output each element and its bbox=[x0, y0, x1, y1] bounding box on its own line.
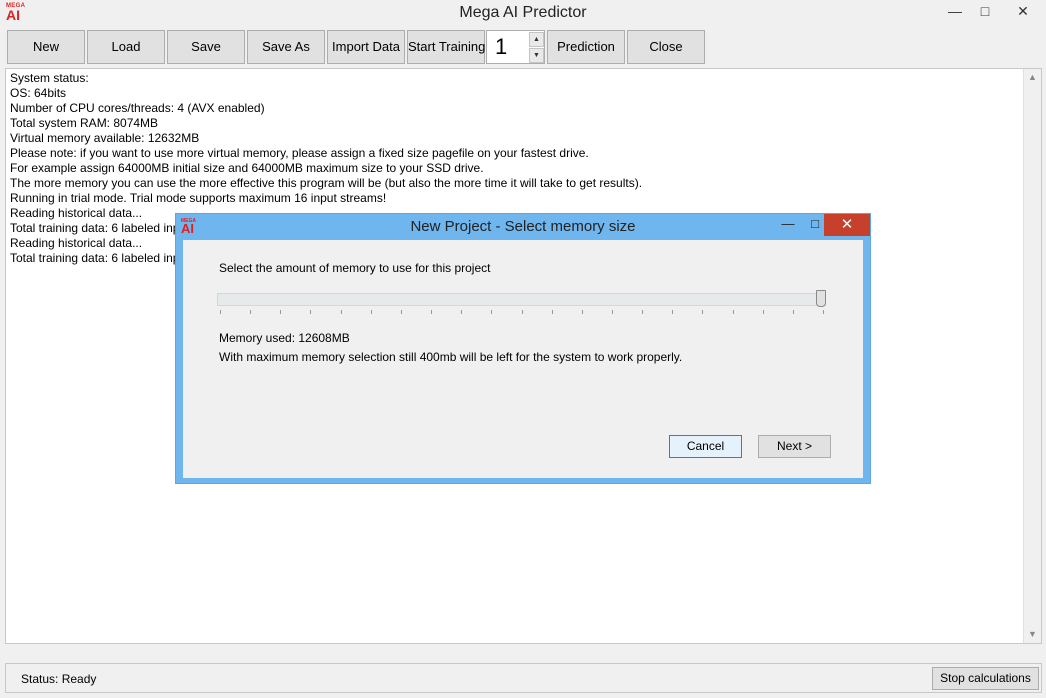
slider-tick bbox=[733, 310, 734, 314]
cancel-button[interactable]: Cancel bbox=[669, 435, 742, 458]
save-button[interactable]: Save bbox=[167, 30, 245, 64]
slider-tick bbox=[823, 310, 824, 314]
maximize-icon[interactable]: □ bbox=[969, 0, 1001, 24]
spinner-value[interactable]: 1 bbox=[495, 34, 507, 60]
memory-slider-ticks bbox=[220, 310, 824, 315]
window-title: Mega AI Predictor bbox=[459, 4, 587, 21]
minimize-icon[interactable]: — bbox=[939, 0, 971, 24]
slider-tick bbox=[310, 310, 311, 314]
slider-tick bbox=[612, 310, 613, 314]
log-line: For example assign 64000MB initial size … bbox=[10, 161, 484, 175]
dialog-minimize-icon[interactable]: — bbox=[774, 214, 802, 236]
log-line: OS: 64bits bbox=[10, 86, 67, 100]
spin-up-arrow-icon[interactable]: ▲ bbox=[529, 32, 544, 47]
memory-slider-thumb[interactable] bbox=[816, 290, 826, 307]
next-button[interactable]: Next > bbox=[758, 435, 831, 458]
load-button[interactable]: Load bbox=[87, 30, 165, 64]
spin-down-arrow-icon[interactable]: ▼ bbox=[529, 48, 544, 63]
slider-tick bbox=[552, 310, 553, 314]
title-bar: MEGA AI Mega AI Predictor — □ ✕ bbox=[0, 0, 1046, 28]
dialog-body: Select the amount of memory to use for t… bbox=[183, 240, 863, 478]
save-as-button[interactable]: Save As bbox=[247, 30, 325, 64]
slider-tick bbox=[401, 310, 402, 314]
scroll-up-arrow-icon[interactable]: ▲ bbox=[1024, 69, 1041, 86]
stop-calculations-button[interactable]: Stop calculations bbox=[932, 667, 1039, 690]
dialog-title: New Project - Select memory size bbox=[410, 218, 636, 235]
scroll-down-arrow-icon[interactable]: ▼ bbox=[1024, 626, 1041, 643]
slider-tick bbox=[250, 310, 251, 314]
log-line: Virtual memory available: 12632MB bbox=[10, 131, 200, 145]
new-button[interactable]: New bbox=[7, 30, 85, 64]
memory-prompt: Select the amount of memory to use for t… bbox=[219, 261, 491, 275]
log-line: Running in trial mode. Trial mode suppor… bbox=[10, 191, 387, 205]
close-button[interactable]: Close bbox=[627, 30, 705, 64]
training-count-spinner[interactable]: 1 ▲ ▼ bbox=[486, 30, 545, 64]
slider-tick bbox=[642, 310, 643, 314]
slider-tick bbox=[582, 310, 583, 314]
dialog-title-bar: MEGA AI New Project - Select memory size… bbox=[176, 214, 870, 240]
new-project-dialog: MEGA AI New Project - Select memory size… bbox=[175, 213, 871, 484]
log-line: System status: bbox=[10, 71, 89, 85]
slider-tick bbox=[280, 310, 281, 314]
slider-tick bbox=[461, 310, 462, 314]
status-text: Status: Ready bbox=[21, 672, 97, 686]
slider-tick bbox=[672, 310, 673, 314]
dialog-close-icon[interactable]: ✕ bbox=[824, 214, 870, 236]
log-line: The more memory you can use the more eff… bbox=[10, 176, 643, 190]
log-scrollbar[interactable]: ▲ ▼ bbox=[1023, 69, 1041, 643]
log-line: Total system RAM: 8074MB bbox=[10, 116, 159, 130]
slider-tick bbox=[522, 310, 523, 314]
memory-slider-track[interactable] bbox=[217, 293, 826, 306]
log-line: Please note: if you want to use more vir… bbox=[10, 146, 589, 160]
slider-tick bbox=[793, 310, 794, 314]
memory-note: With maximum memory selection still 400m… bbox=[219, 350, 683, 364]
start-training-button[interactable]: Start Training bbox=[407, 30, 485, 64]
prediction-button[interactable]: Prediction bbox=[547, 30, 625, 64]
status-bar: Status: Ready Stop calculations bbox=[5, 663, 1042, 693]
slider-tick bbox=[220, 310, 221, 314]
slider-tick bbox=[341, 310, 342, 314]
slider-tick bbox=[702, 310, 703, 314]
log-line: Number of CPU cores/threads: 4 (AVX enab… bbox=[10, 101, 265, 115]
import-data-button[interactable]: Import Data bbox=[327, 30, 405, 64]
slider-tick bbox=[491, 310, 492, 314]
slider-tick bbox=[431, 310, 432, 314]
close-icon[interactable]: ✕ bbox=[1003, 0, 1043, 24]
memory-used-label: Memory used: 12608MB bbox=[219, 331, 350, 345]
slider-tick bbox=[371, 310, 372, 314]
slider-tick bbox=[763, 310, 764, 314]
